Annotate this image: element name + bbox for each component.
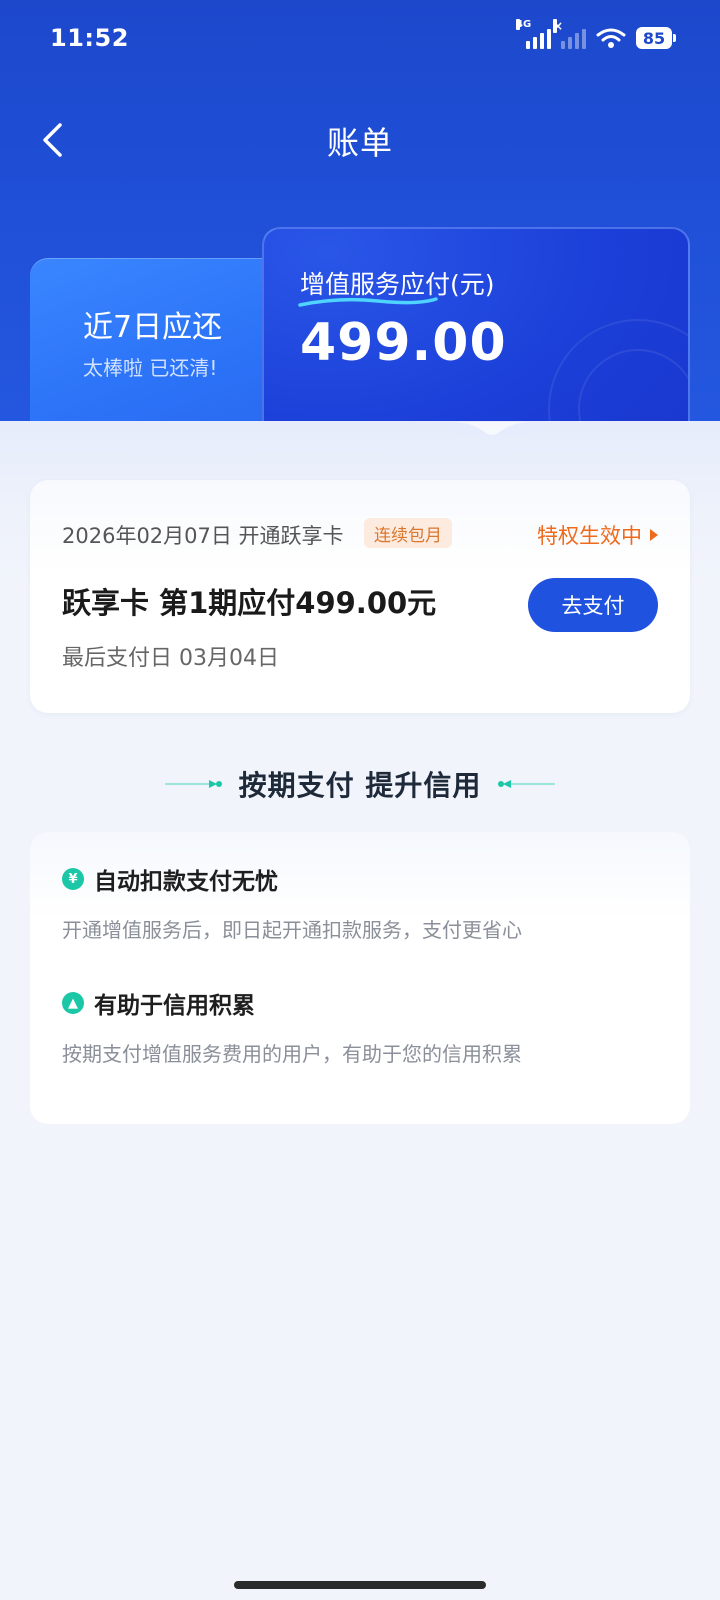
recent-due-title: 近7日应还	[83, 310, 223, 345]
page-title: 账单	[326, 124, 393, 162]
bill-open-date: 2026年02月07日 开通跃享卡	[62, 524, 344, 548]
nav-bar: 账单	[0, 100, 720, 180]
cellular-signal-icon: 4G	[516, 19, 551, 49]
status-icons: 4G × 85	[516, 19, 676, 52]
section-title: 按期支付 提升信用	[238, 769, 482, 802]
status-bar: 11:52 4G × 85	[0, 0, 720, 76]
benefit-item: ¥ 自动扣款支付无忧 开通增值服务后，即日起开通扣款服务，支付更省心	[62, 862, 522, 943]
bill-title: 跃享卡 第1期应付499.00元	[62, 586, 437, 620]
status-time: 11:52	[50, 24, 129, 52]
bill-page: 11:52 4G × 85 账单 近7日应还 太棒啦 已还清! 增值服务应付(元…	[0, 0, 720, 1600]
benefit-description: 按期支付增值服务费用的用户，有助于您的信用积累	[62, 1042, 522, 1066]
home-indicator[interactable]	[234, 1581, 486, 1589]
recent-due-subtitle: 太棒啦 已还清!	[83, 356, 218, 380]
no-service-mark: ×	[553, 19, 564, 33]
subscription-badge: 连续包月	[364, 518, 452, 548]
caret-right-icon	[650, 529, 658, 541]
yen-icon: ¥	[62, 868, 84, 890]
privilege-status-link[interactable]: 特权生效中	[537, 520, 658, 550]
benefit-item: ▲ 有助于信用积累 按期支付增值服务费用的用户，有助于您的信用积累	[62, 986, 522, 1067]
battery-icon: 85	[636, 27, 676, 49]
benefits-card: ¥ 自动扣款支付无忧 开通增值服务后，即日起开通扣款服务，支付更省心 ▲ 有助于…	[30, 832, 690, 1124]
benefit-description: 开通增值服务后，即日起开通扣款服务，支付更省心	[62, 918, 522, 942]
section-heading: 按期支付 提升信用	[0, 764, 720, 804]
wifi-icon	[596, 28, 626, 48]
cellular-signal-2-icon: ×	[553, 19, 586, 49]
card-pointer	[452, 422, 532, 436]
bill-card: 2026年02月07日 开通跃享卡 连续包月 特权生效中 跃享卡 第1期应付49…	[30, 480, 690, 713]
value-added-amount: 499.00	[300, 313, 507, 373]
benefit-title: 有助于信用积累	[94, 993, 255, 1019]
arrow-up-icon: ▲	[62, 992, 84, 1014]
pay-button[interactable]: 去支付	[528, 578, 658, 632]
underline-swoosh	[298, 297, 438, 307]
privilege-status-label: 特权生效中	[537, 524, 642, 548]
right-decoration-icon	[498, 780, 556, 788]
bill-due-date: 最后支付日 03月04日	[62, 646, 279, 671]
benefit-title: 自动扣款支付无忧	[94, 869, 278, 895]
left-decoration-icon	[164, 780, 222, 788]
network-type-label: 4G	[516, 19, 532, 30]
